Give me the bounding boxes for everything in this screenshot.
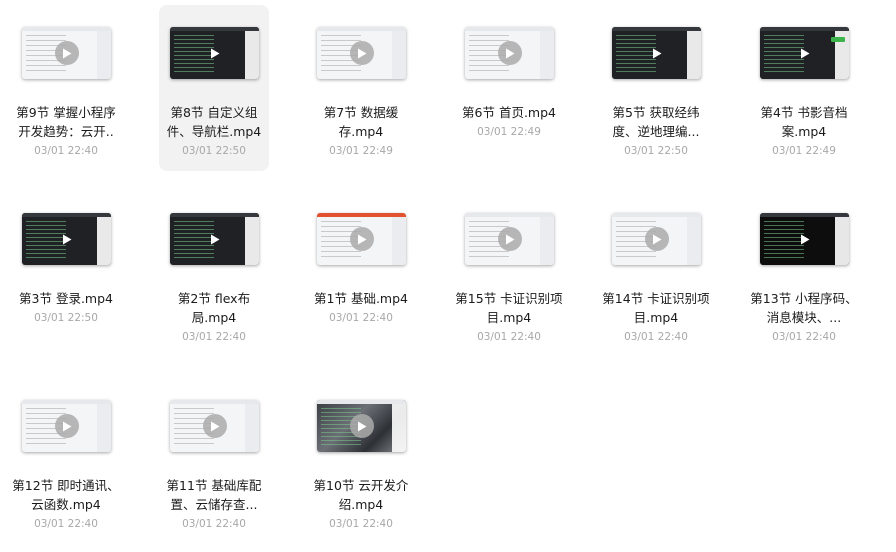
file-name: 第13节 小程序码、消息模块、... [750, 291, 858, 325]
file-tile[interactable]: 第5节 获取经纬度、逆地理编... 03/01 22:50 [601, 5, 711, 171]
file-name: 第8节 自定义组件、导航栏.mp4 [166, 105, 262, 139]
file-date: 03/01 22:40 [477, 331, 541, 343]
file-date: 03/01 22:40 [624, 331, 688, 343]
file-grid: 第9节 掌握小程序开发趋势：云开.. 03/01 22:40 第8节 自定义组件、导… [0, 0, 896, 552]
file-date: 03/01 22:49 [329, 145, 393, 157]
file-tile[interactable]: 第3节 登录.mp4 03/01 22:50 [11, 191, 121, 357]
video-thumbnail[interactable] [760, 213, 849, 265]
play-icon[interactable] [349, 227, 374, 251]
file-name: 第9节 掌握小程序开发趋势：云开.. [16, 105, 116, 139]
play-icon[interactable] [55, 227, 79, 251]
file-date: 03/01 22:50 [34, 312, 98, 324]
play-icon[interactable] [54, 414, 79, 438]
file-tile[interactable]: 第2节 flex布局.mp4 03/01 22:40 [159, 191, 269, 357]
play-icon[interactable] [203, 41, 227, 65]
file-name: 第14节 卡证识别项目.mp4 [602, 291, 710, 325]
file-name: 第7节 数据缓存.mp4 [323, 105, 399, 139]
video-thumbnail[interactable] [317, 213, 406, 265]
play-icon[interactable] [644, 227, 669, 251]
video-thumbnail[interactable] [22, 27, 111, 79]
play-icon[interactable] [645, 41, 669, 65]
file-date: 03/01 22:50 [624, 145, 688, 157]
file-tile[interactable]: 第7节 数据缓存.mp4 03/01 22:49 [306, 5, 416, 171]
file-date: 03/01 22:40 [182, 331, 246, 343]
play-icon[interactable] [497, 41, 522, 65]
file-date: 03/01 22:40 [772, 331, 836, 343]
video-thumbnail[interactable] [170, 400, 259, 452]
file-tile[interactable]: 第12节 即时通讯、云函数.mp4 03/01 22:40 [11, 378, 121, 544]
file-tile[interactable]: 第10节 云开发介绍.mp4 03/01 22:40 [306, 378, 416, 544]
file-date: 03/01 22:40 [182, 518, 246, 530]
file-date: 03/01 22:50 [182, 145, 246, 157]
file-tile[interactable]: 第1节 基础.mp4 03/01 22:40 [306, 191, 416, 357]
video-thumbnail[interactable] [760, 27, 849, 79]
play-icon[interactable] [793, 41, 817, 65]
file-name: 第10节 云开发介绍.mp4 [313, 478, 409, 512]
file-date: 03/01 22:40 [34, 145, 98, 157]
video-thumbnail[interactable] [170, 27, 259, 79]
video-thumbnail[interactable] [317, 400, 406, 452]
file-date: 03/01 22:49 [772, 145, 836, 157]
video-thumbnail[interactable] [22, 400, 111, 452]
video-thumbnail[interactable] [170, 213, 259, 265]
video-thumbnail[interactable] [22, 213, 111, 265]
file-name: 第5节 获取经纬度、逆地理编... [612, 105, 700, 139]
file-name: 第1节 基础.mp4 [314, 291, 408, 306]
file-date: 03/01 22:40 [329, 312, 393, 324]
file-name: 第6节 首页.mp4 [462, 105, 556, 120]
file-tile[interactable]: 第13节 小程序码、消息模块、... 03/01 22:40 [749, 191, 859, 357]
file-tile[interactable]: 第14节 卡证识别项目.mp4 03/01 22:40 [601, 191, 711, 357]
play-icon[interactable] [349, 41, 374, 65]
file-name: 第12节 即时通讯、云函数.mp4 [12, 478, 120, 512]
play-icon[interactable] [497, 227, 522, 251]
play-icon[interactable] [54, 41, 79, 65]
file-tile[interactable]: 第9节 掌握小程序开发趋势：云开.. 03/01 22:40 [11, 5, 121, 171]
file-tile[interactable]: 第11节 基础库配置、云储存查... 03/01 22:40 [159, 378, 269, 544]
file-date: 03/01 22:40 [34, 518, 98, 530]
file-tile[interactable]: 第4节 书影音档案.mp4 03/01 22:49 [749, 5, 859, 171]
file-tile[interactable]: 第8节 自定义组件、导航栏.mp4 03/01 22:50 [159, 5, 269, 171]
file-name: 第15节 卡证识别项目.mp4 [455, 291, 563, 325]
video-thumbnail[interactable] [465, 213, 554, 265]
video-thumbnail[interactable] [612, 213, 701, 265]
file-name: 第11节 基础库配置、云储存查... [166, 478, 262, 512]
video-thumbnail[interactable] [317, 27, 406, 79]
play-icon[interactable] [349, 414, 374, 438]
file-name: 第2节 flex布局.mp4 [177, 291, 251, 325]
play-icon[interactable] [203, 227, 227, 251]
file-date: 03/01 22:40 [329, 518, 393, 530]
video-thumbnail[interactable] [612, 27, 701, 79]
video-thumbnail[interactable] [465, 27, 554, 79]
play-icon[interactable] [202, 414, 227, 438]
play-icon[interactable] [793, 227, 817, 251]
file-tile[interactable]: 第15节 卡证识别项目.mp4 03/01 22:40 [454, 191, 564, 357]
file-tile[interactable]: 第6节 首页.mp4 03/01 22:49 [454, 5, 564, 171]
file-name: 第4节 书影音档案.mp4 [760, 105, 848, 139]
file-date: 03/01 22:49 [477, 126, 541, 138]
file-name: 第3节 登录.mp4 [19, 291, 113, 306]
